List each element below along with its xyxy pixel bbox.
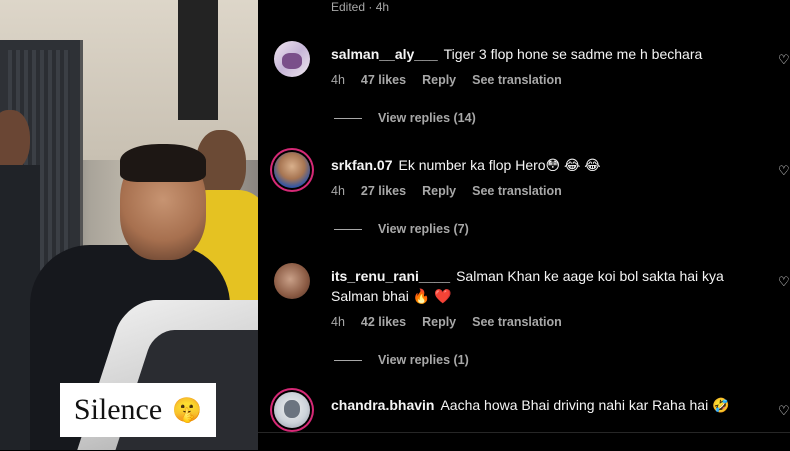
replies-dash	[334, 359, 362, 361]
comment-username[interactable]: srkfan.07	[331, 157, 392, 173]
comment-likes[interactable]: 27 likes	[361, 184, 406, 198]
see-translation-button[interactable]: See translation	[472, 315, 562, 329]
comment-text-line: its_renu_rani____ Salman Khan ke aage koi…	[331, 266, 751, 306]
replies-dash	[334, 117, 362, 119]
comment-time: 4h	[331, 73, 345, 87]
view-replies-button[interactable]: View replies (7)	[334, 222, 469, 236]
heart-icon[interactable]: ♡	[778, 164, 790, 177]
view-replies-label: View replies (14)	[378, 111, 476, 125]
comment-text-line: srkfan.07 Ek number ka flop Hero😳 😂 😂	[331, 155, 751, 175]
view-replies-button[interactable]: View replies (14)	[334, 111, 476, 125]
video-media-panel[interactable]: Silence 🤫	[0, 0, 258, 450]
reply-button[interactable]: Reply	[422, 315, 456, 329]
comment-username[interactable]: its_renu_rani____	[331, 268, 450, 284]
silence-caption-text: Silence	[73, 393, 163, 426]
replies-dash	[334, 228, 362, 230]
reply-button[interactable]: Reply	[422, 184, 456, 198]
comment-time: 4h	[331, 184, 345, 198]
comment-username[interactable]: salman__aly___	[331, 46, 438, 62]
comment-body: Tiger 3 flop hone se sadme me h bechara	[443, 46, 703, 62]
view-replies-button[interactable]: View replies (1)	[334, 353, 469, 367]
comment-time: 4h	[331, 315, 345, 329]
shushing-face-icon: 🤫	[172, 396, 203, 424]
comment-meta: 4h 42 likes Reply See translation	[331, 315, 562, 329]
edited-timestamp: Edited · 4h	[331, 0, 390, 14]
comment-likes[interactable]: 42 likes	[361, 315, 406, 329]
comment-text-line: chandra.bhavin Aacha howa Bhai driving na…	[331, 395, 751, 415]
avatar[interactable]	[274, 41, 310, 77]
bottom-divider-bar	[258, 432, 790, 451]
comment-meta: 4h 27 likes Reply See translation	[331, 184, 562, 198]
comments-panel[interactable]: Edited · 4h salman__aly___ Tiger 3 flop h…	[258, 0, 790, 432]
avatar[interactable]	[274, 263, 310, 299]
avatar[interactable]	[274, 152, 310, 188]
heart-icon[interactable]: ♡	[778, 53, 790, 66]
view-replies-label: View replies (7)	[378, 222, 469, 236]
comment-body: Ek number ka flop Hero😳 😂 😂	[398, 157, 601, 173]
silence-caption-badge: Silence 🤫	[60, 383, 216, 437]
comment-text-line: salman__aly___ Tiger 3 flop hone se sadme…	[331, 44, 751, 64]
reply-button[interactable]: Reply	[422, 73, 456, 87]
comment-username[interactable]: chandra.bhavin	[331, 397, 434, 413]
see-translation-button[interactable]: See translation	[472, 73, 562, 87]
heart-icon[interactable]: ♡	[778, 275, 790, 288]
comment-body: Aacha howa Bhai driving nahi kar Raha ha…	[440, 397, 730, 413]
comment-likes[interactable]: 47 likes	[361, 73, 406, 87]
avatar[interactable]	[274, 392, 310, 428]
view-replies-label: View replies (1)	[378, 353, 469, 367]
see-translation-button[interactable]: See translation	[472, 184, 562, 198]
background-pole	[178, 0, 218, 120]
heart-icon[interactable]: ♡	[778, 404, 790, 417]
comment-meta: 4h 47 likes Reply See translation	[331, 73, 562, 87]
